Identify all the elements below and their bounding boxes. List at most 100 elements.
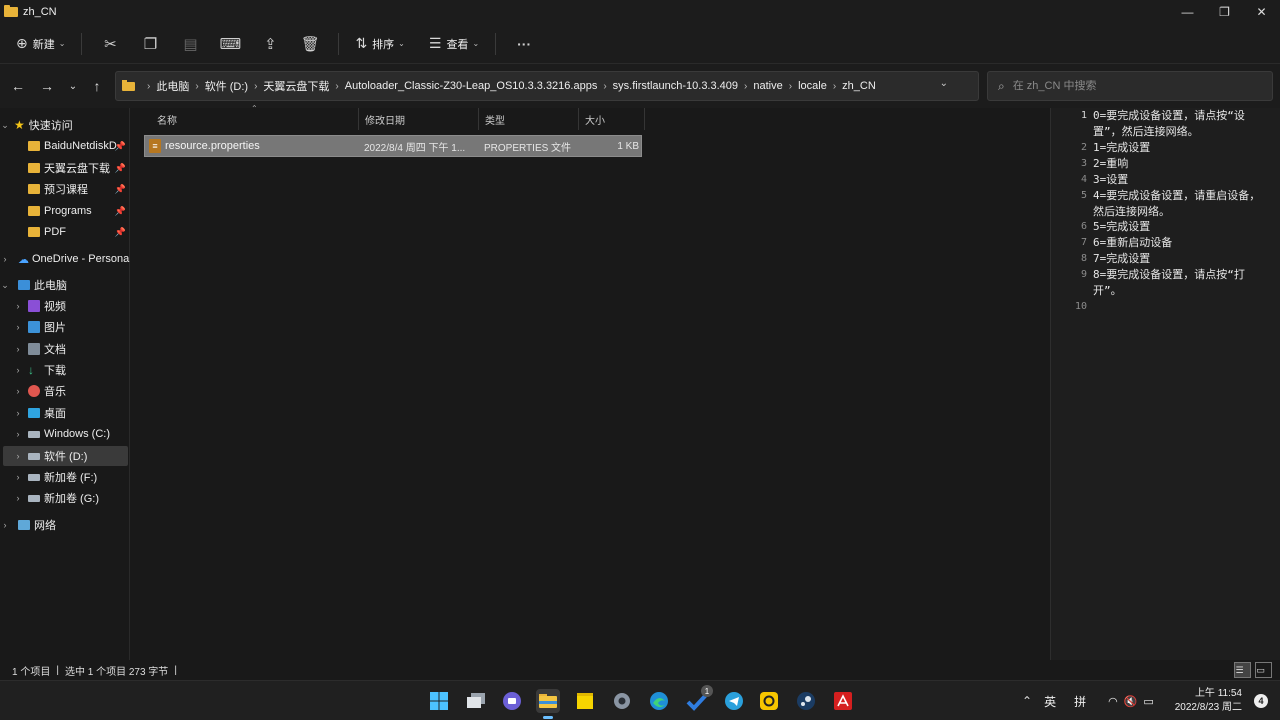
copy-button[interactable]: ❐ [130,29,170,59]
recent-locations-button[interactable]: ⌄ [61,74,85,98]
yellow-app-button[interactable] [757,689,781,713]
chat-button[interactable] [500,689,524,713]
sidebar-item-pdf[interactable]: PDF 📌 [0,222,130,242]
sidebar-item-network[interactable]: › 网络 [0,515,130,535]
cut-button[interactable]: ✂ [90,29,130,59]
chevron-down-icon[interactable]: ⌄ [0,280,10,291]
forward-button[interactable]: → [35,74,59,98]
sidebar-item-onedrive[interactable]: › ☁ OneDrive - Persona [0,249,130,269]
chevron-right-icon[interactable]: › [13,472,23,482]
share-button[interactable]: ⇪ [250,29,290,59]
close-button[interactable]: ✕ [1243,0,1280,24]
sidebar-item-drive-g[interactable]: › 新加卷 (G:) [0,488,130,508]
telegram-button[interactable] [722,689,746,713]
chevron-right-icon[interactable]: › [335,81,338,92]
chevron-right-icon[interactable]: › [13,408,23,418]
minimize-button[interactable]: — [1169,0,1206,24]
chevron-right-icon[interactable]: › [13,386,23,396]
chevron-right-icon[interactable]: › [13,451,23,461]
crumb-tianyi-download[interactable]: 天翼云盘下载 [263,78,329,94]
settings-button[interactable] [610,689,634,713]
chevron-right-icon[interactable]: › [13,301,23,311]
column-header-modified[interactable]: 修改日期 [359,108,479,130]
status-divider: | [56,664,59,676]
pin-icon: 📌 [114,140,126,151]
address-bar[interactable]: › 此电脑 › 软件 (D:) › 天翼云盘下载 › Autoloader_Cl… [115,71,1005,101]
volume-muted-icon[interactable]: 🔇 [1124,695,1138,708]
delete-button[interactable]: 🗑 [290,29,330,59]
search-box[interactable]: ⌕ [987,71,1273,101]
chevron-down-icon: ⌄ [472,39,480,48]
notification-badge[interactable]: 4 [1254,694,1268,708]
sidebar-item-programs[interactable]: Programs 📌 [0,201,130,221]
chevron-right-icon[interactable]: › [13,493,23,503]
edge-button[interactable] [647,689,671,713]
chevron-right-icon[interactable]: › [744,81,747,92]
sort-button[interactable]: ⇅ 排序 ⌄ [347,29,412,59]
tiles-view-button[interactable]: ▭ [1255,662,1272,678]
show-hidden-icons-chevron-icon[interactable]: ⌃ [1022,694,1032,708]
crumb-zh-cn[interactable]: zh_CN [842,80,876,92]
back-button[interactable]: ← [6,74,30,98]
column-header-size[interactable]: 大小 [579,108,645,130]
sidebar-item-this-pc[interactable]: ⌄ 此电脑 [0,275,130,295]
crumb-autoloader[interactable]: Autoloader_Classic-Z30-Leap_OS10.3.3.321… [345,80,598,92]
crumb-firstlaunch[interactable]: sys.firstlaunch-10.3.3.409 [613,80,738,92]
sidebar-item-preview-courses[interactable]: 预习课程 📌 [0,179,130,199]
sidebar-item-baidunetdisk[interactable]: BaiduNetdiskD 📌 [0,136,130,156]
sidebar-item-drive-f[interactable]: › 新加卷 (F:) [0,467,130,487]
acrobat-button[interactable] [831,689,855,713]
chevron-right-icon[interactable]: › [0,520,10,530]
chevron-down-icon[interactable]: ⌄ [0,120,10,131]
address-history-dropdown[interactable]: ⌄ [940,78,948,89]
sidebar-item-tianyi-download[interactable]: 天翼云盘下载 📌 [0,158,130,178]
chevron-right-icon[interactable]: › [0,254,10,264]
ime-language-indicator[interactable]: 英 [1044,693,1056,710]
sticky-notes-button[interactable] [573,689,597,713]
chevron-right-icon[interactable]: › [13,365,23,375]
crumb-native[interactable]: native [753,80,782,92]
maximize-button[interactable]: ❐ [1206,0,1243,24]
more-options-button[interactable]: ··· [504,29,544,59]
file-explorer-button[interactable] [536,689,560,719]
view-button[interactable]: ☰ 查看 ⌄ [421,29,487,59]
details-view-button[interactable]: ☰ [1234,662,1251,678]
ime-mode-indicator[interactable]: 拼 [1074,693,1086,710]
table-row[interactable]: ≡ resource.properties 2022/8/4 周四 下午 1..… [144,135,642,157]
folder-icon [4,5,18,17]
sidebar-item-drive-d[interactable]: › 软件 (D:) [3,446,128,466]
todo-button[interactable]: 1 [685,685,713,713]
chevron-right-icon[interactable]: › [13,344,23,354]
crumb-locale[interactable]: locale [798,80,827,92]
start-button[interactable] [427,689,451,713]
search-input[interactable] [1012,80,1253,92]
column-header-name[interactable]: 名称 [151,108,359,130]
task-view-button[interactable] [464,689,488,713]
sidebar-item-downloads[interactable]: › ↓ 下载 [0,360,130,380]
chevron-right-icon[interactable]: › [13,322,23,332]
battery-icon[interactable]: ▭ [1143,695,1153,708]
up-button[interactable]: ↑ [85,74,109,98]
chevron-right-icon[interactable]: › [254,81,257,92]
steam-button[interactable] [794,689,818,713]
chevron-right-icon[interactable]: › [603,81,606,92]
chevron-right-icon[interactable]: › [789,81,792,92]
clock[interactable]: 上午 11:54 2022/8/23 周二 [1175,687,1242,715]
column-header-type[interactable]: 类型 [479,108,579,130]
crumb-this-pc[interactable]: 此电脑 [156,78,189,94]
chevron-right-icon[interactable]: › [13,429,23,439]
sidebar-item-desktop[interactable]: › 桌面 [0,403,130,423]
sidebar-item-music[interactable]: › 音乐 [0,381,130,401]
crumb-drive-d[interactable]: 软件 (D:) [205,78,248,94]
sidebar-item-pictures[interactable]: › 图片 [0,317,130,337]
sidebar-item-drive-c[interactable]: › Windows (C:) [0,424,130,444]
sidebar-item-videos[interactable]: › 视频 [0,296,130,316]
new-button[interactable]: ⊕ 新建 ⌄ [8,29,73,59]
sidebar-item-documents[interactable]: › 文档 [0,339,130,359]
sidebar-item-quick-access[interactable]: ⌄ ★ 快速访问 [0,115,130,135]
chevron-right-icon[interactable]: › [833,81,836,92]
chevron-right-icon[interactable]: › [195,81,198,92]
wifi-icon[interactable]: ◠ [1108,695,1118,708]
paste-button[interactable]: ▤ [170,29,210,59]
rename-button[interactable]: ⌨ [210,29,250,59]
